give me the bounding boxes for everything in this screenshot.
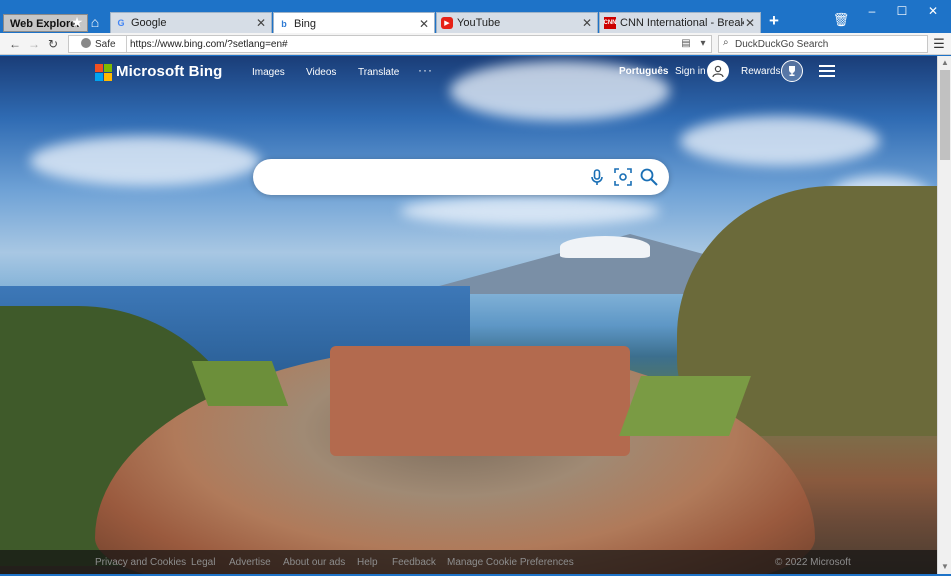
tab-bing[interactable]: b Bing ✕ (273, 12, 435, 34)
forward-arrow-icon[interactable]: → (26, 36, 42, 52)
close-tab-icon[interactable]: ✕ (255, 16, 267, 30)
footer-link-help[interactable]: Help (357, 557, 378, 568)
tab-title: CNN International - Breaking News (620, 17, 744, 29)
avatar-icon[interactable] (707, 60, 729, 82)
tab-google[interactable]: G Google ✕ (110, 12, 272, 33)
logo-text: Microsoft Bing (116, 63, 223, 80)
home-icon[interactable]: ⌂ (87, 14, 103, 30)
footer-link-advertise[interactable]: Advertise (229, 557, 271, 568)
scrollbar-thumb[interactable] (940, 70, 950, 160)
reader-mode-icon[interactable]: ▤ (679, 37, 693, 51)
google-icon: G (117, 18, 125, 28)
maximize-button[interactable]: ☐ (887, 3, 917, 19)
tab-title: YouTube (457, 17, 501, 29)
search-icon: ⌕ (723, 37, 729, 48)
footer: Privacy and Cookies Legal Advertise Abou… (0, 550, 937, 574)
favorites-star-icon[interactable]: ★ (69, 14, 85, 30)
scroll-down-arrow-icon[interactable]: ▼ (938, 560, 951, 574)
close-tab-icon[interactable]: ✕ (418, 17, 430, 31)
cloud (400, 196, 660, 226)
security-indicator[interactable]: Safe (81, 37, 116, 52)
vertical-scrollbar[interactable]: ▲ ▼ (937, 56, 951, 576)
trash-icon[interactable]: 🗑 (826, 12, 856, 28)
bing-icon: b (281, 18, 287, 29)
search-input[interactable] (267, 168, 577, 186)
url-text[interactable]: https://www.bing.com/?setlang=en# (130, 37, 288, 52)
security-label: Safe (95, 39, 116, 50)
dropdown-arrow-icon[interactable]: ▾ (696, 37, 710, 51)
microphone-icon[interactable] (587, 167, 607, 187)
footer-link-cookie-preferences[interactable]: Manage Cookie Preferences (447, 557, 574, 568)
snow-cap (560, 236, 650, 258)
tab-cnn[interactable]: CNN CNN International - Breaking News ✕ (599, 12, 761, 33)
search-icon[interactable] (639, 167, 659, 187)
more-menu[interactable]: ··· (418, 63, 433, 77)
scroll-up-arrow-icon[interactable]: ▲ (938, 56, 951, 70)
nav-videos[interactable]: Videos (306, 67, 336, 78)
search-placeholder: DuckDuckGo Search (735, 39, 829, 50)
reload-icon[interactable]: ↻ (45, 36, 61, 52)
browser-menu-icon[interactable]: ☰ (932, 36, 946, 52)
bing-search-box[interactable] (253, 159, 669, 195)
copyright-text: © 2022 Microsoft (775, 557, 851, 568)
divider (126, 36, 127, 52)
tab-title: Bing (294, 17, 317, 30)
sign-in-link[interactable]: Sign in (675, 66, 706, 77)
back-arrow-icon[interactable]: ← (7, 36, 23, 52)
address-bar[interactable]: Safe https://www.bing.com/?setlang=en# ▤… (68, 35, 712, 53)
tab-youtube[interactable]: ▶ YouTube ✕ (436, 12, 598, 33)
minimize-button[interactable]: – (857, 3, 887, 19)
trophy-icon[interactable] (781, 60, 803, 82)
bing-homepage: Microsoft Bing Images Videos Translate ·… (0, 56, 937, 574)
language-link[interactable]: Português (619, 66, 668, 77)
footer-link-feedback[interactable]: Feedback (392, 557, 436, 568)
lawn (191, 361, 289, 406)
cloud (680, 116, 880, 166)
visual-search-icon[interactable] (613, 167, 633, 187)
tab-title: Google (131, 17, 167, 29)
navigation-bar: ← → ↻ Safe https://www.bing.com/?setlang… (0, 33, 951, 55)
cnn-icon: CNN (604, 17, 617, 29)
close-window-button[interactable]: ✕ (918, 3, 948, 19)
shield-icon (81, 38, 91, 48)
footer-link-privacy[interactable]: Privacy and Cookies (95, 557, 186, 568)
lawn (619, 376, 751, 436)
microsoft-logo-icon (95, 63, 112, 81)
footer-link-legal[interactable]: Legal (191, 557, 215, 568)
cloud (30, 136, 260, 186)
nav-translate[interactable]: Translate (358, 67, 399, 78)
close-tab-icon[interactable]: ✕ (744, 16, 756, 30)
bing-logo[interactable]: Microsoft Bing (95, 63, 223, 81)
title-bar: Web Explorer ★ ⌂ G Google ✕ b Bing ✕ ▶ Y… (0, 0, 951, 34)
theatre-stage (330, 346, 630, 456)
new-tab-button[interactable]: + (766, 12, 782, 29)
search-engine-box[interactable]: ⌕ DuckDuckGo Search (718, 35, 928, 53)
youtube-icon: ▶ (441, 17, 453, 29)
rewards-link[interactable]: Rewards (741, 66, 780, 77)
close-tab-icon[interactable]: ✕ (581, 16, 593, 30)
hamburger-menu-icon[interactable] (819, 65, 835, 77)
footer-link-about-ads[interactable]: About our ads (283, 557, 345, 568)
nav-images[interactable]: Images (252, 67, 285, 78)
